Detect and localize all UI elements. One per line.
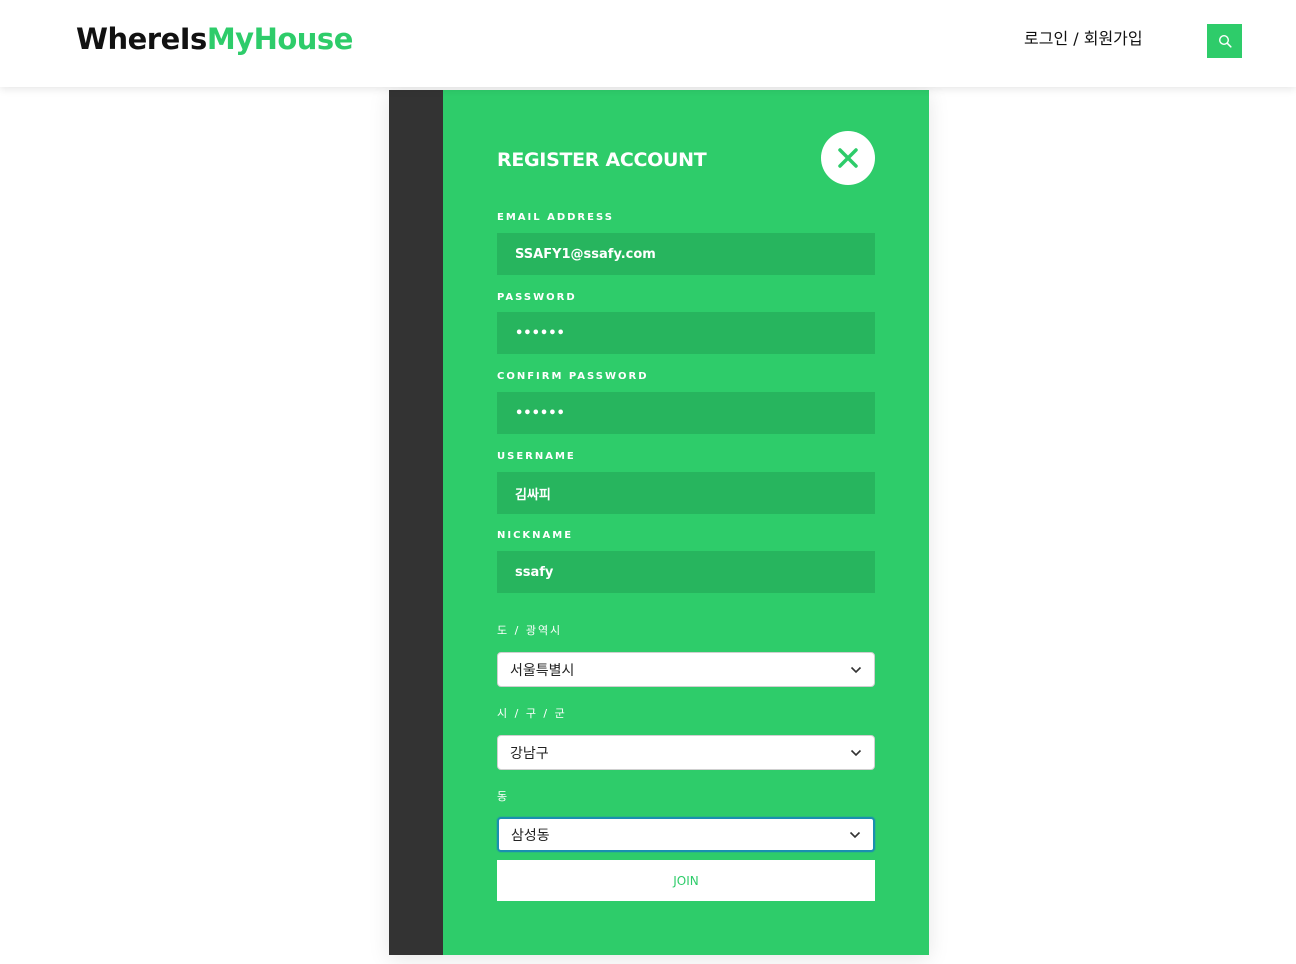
logo-text-accent: MyHouse [206,22,354,56]
search-icon [1218,34,1232,48]
join-button[interactable]: JOIN [497,860,875,901]
confirm-password-field[interactable] [497,392,875,434]
dong-select[interactable]: 삼성동 [497,817,875,852]
city-select[interactable]: 강남구 [497,735,875,770]
logo-text-primary: WhereIs [76,22,207,56]
close-icon [838,148,858,168]
nickname-field[interactable] [497,551,875,593]
close-button[interactable] [821,131,875,185]
confirm-password-label: CONFIRM PASSWORD [497,371,649,382]
email-field[interactable] [497,233,875,275]
city-select-value: 강남구 [510,745,549,762]
province-select[interactable]: 서울특별시 [497,652,875,687]
chevron-down-icon [850,749,862,756]
modal-side-strip [389,90,443,955]
dong-select-value: 삼성동 [511,827,550,844]
password-field[interactable] [497,312,875,354]
province-select-value: 서울특별시 [510,662,575,679]
register-modal: REGISTER ACCOUNT EMAIL ADDRESS PASSWORD … [389,90,929,955]
chevron-down-icon [849,831,861,838]
top-navbar: WhereIsMyHouse 로그인 / 회원가입 [0,0,1296,87]
email-label: EMAIL ADDRESS [497,212,614,223]
chevron-down-icon [850,666,862,673]
province-label: 도 / 광역시 [497,624,563,637]
password-label: PASSWORD [497,292,577,303]
site-logo[interactable]: WhereIsMyHouse [76,22,353,56]
nickname-label: NICKNAME [497,530,574,541]
search-button[interactable] [1207,24,1242,58]
username-field[interactable] [497,472,875,514]
modal-title: REGISTER ACCOUNT [497,149,707,171]
username-label: USERNAME [497,451,576,462]
login-signup-link[interactable]: 로그인 / 회원가입 [1024,25,1143,49]
dong-label: 동 [497,790,510,803]
city-label: 시 / 구 / 군 [497,707,567,720]
